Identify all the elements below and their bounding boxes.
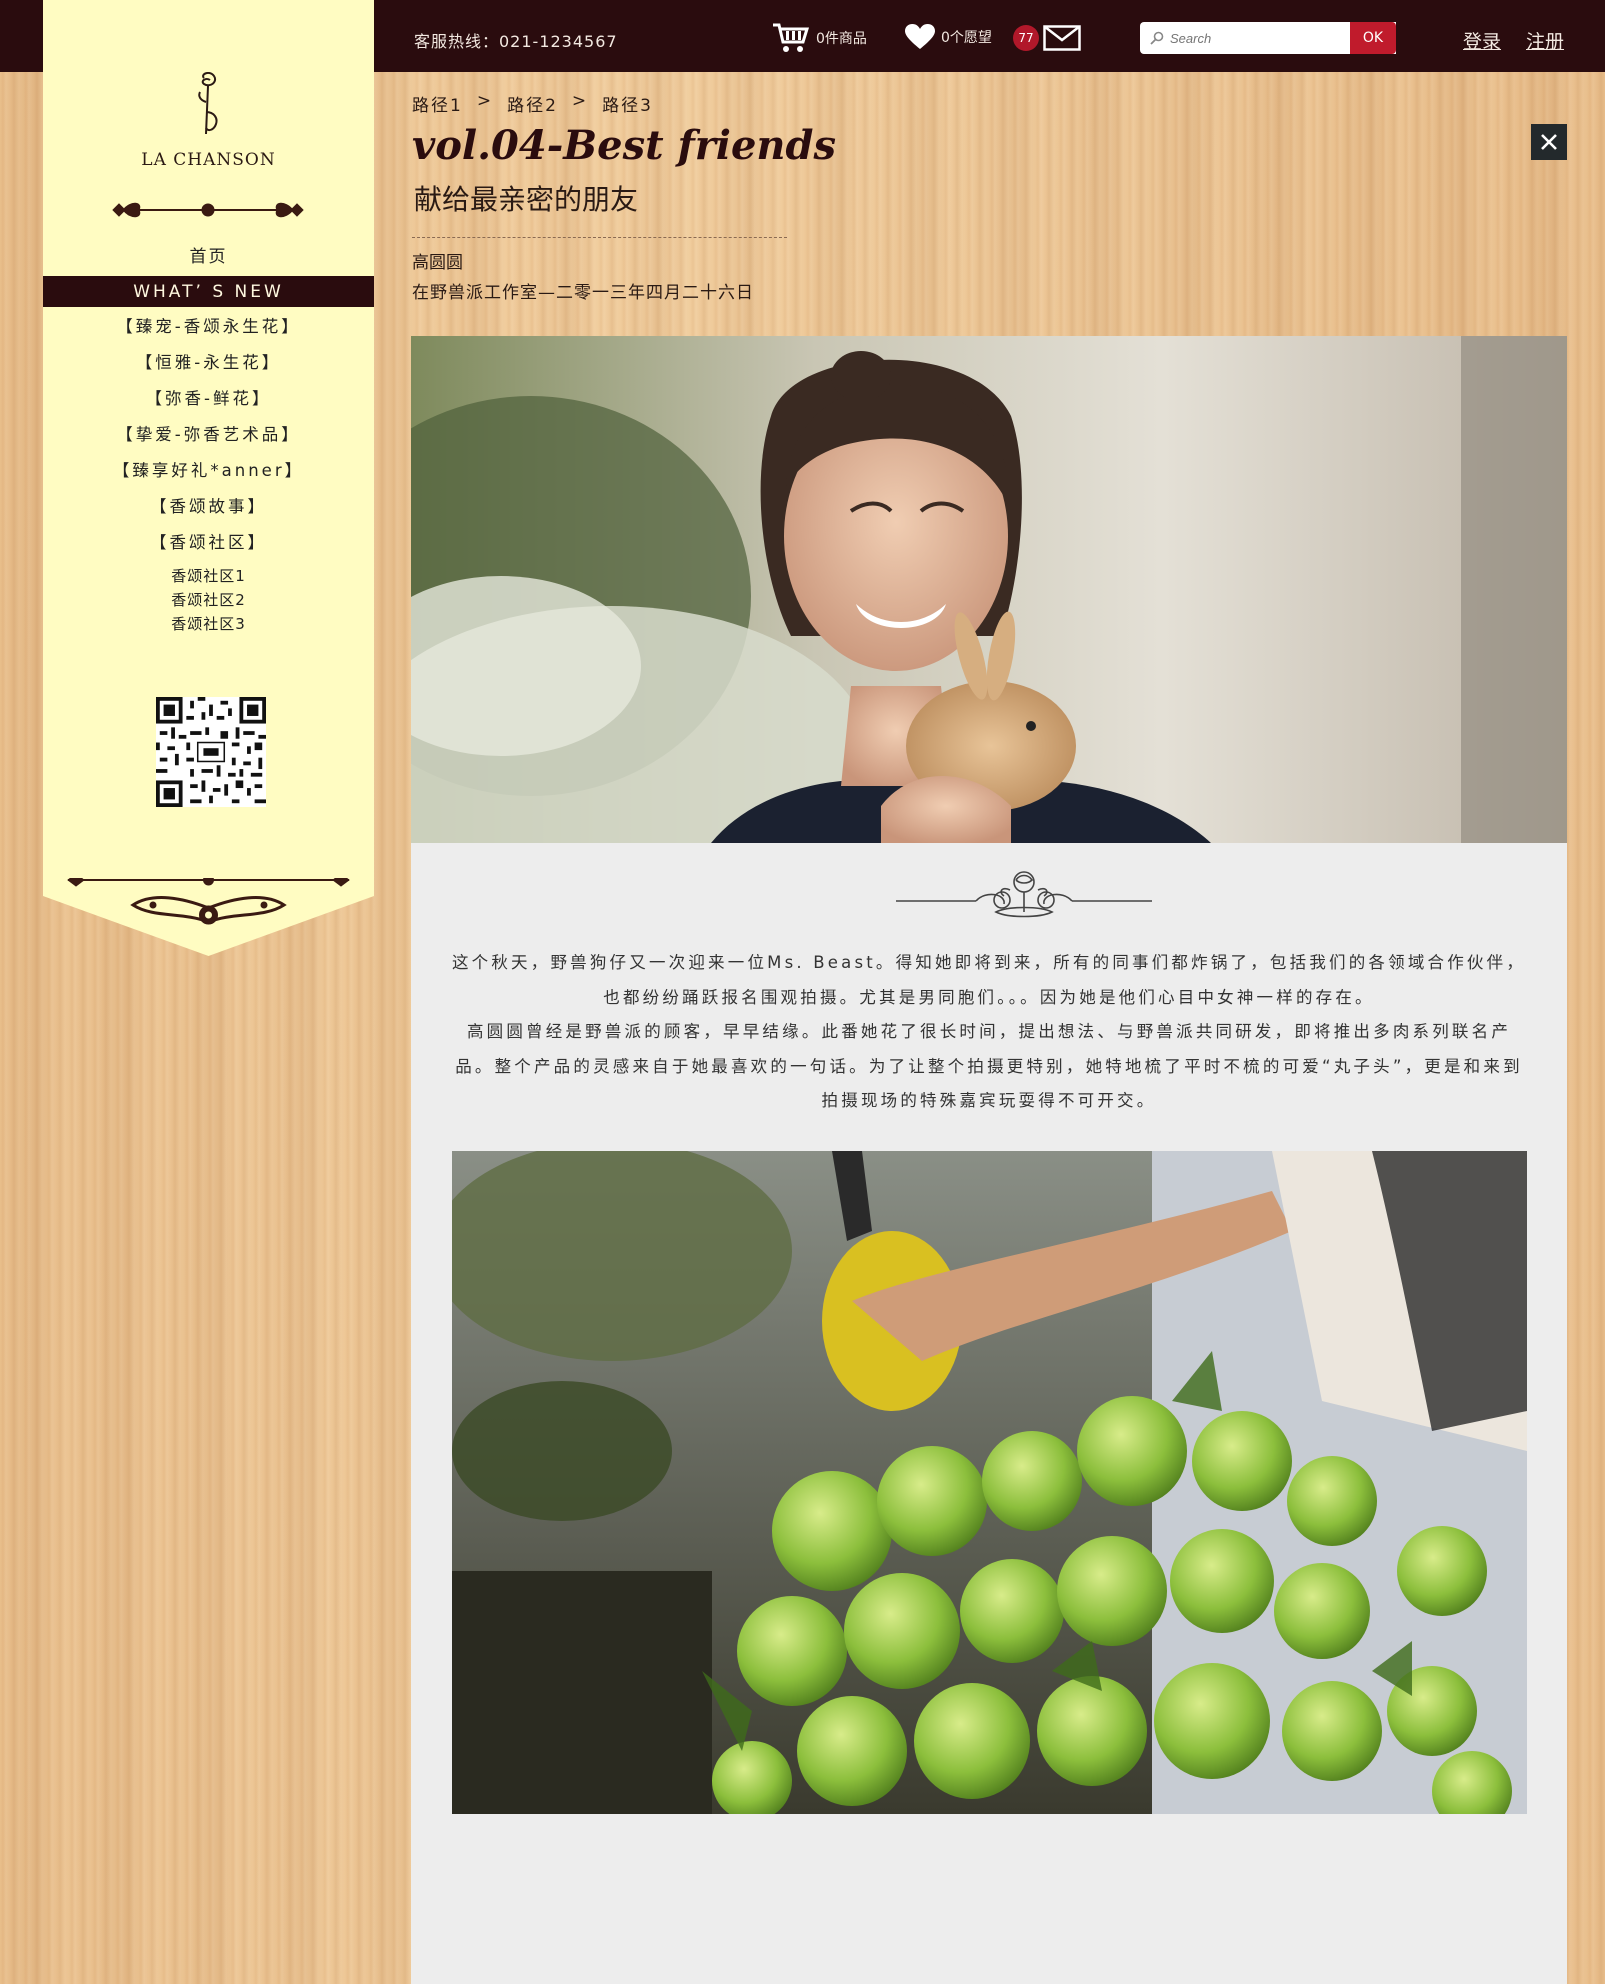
mail-icon: [1043, 25, 1081, 51]
ornament-divider-icon: [112, 202, 304, 218]
close-icon: [1541, 134, 1557, 150]
article-paragraph: 高圆圆曾经是野兽派的顾客，早早结缘。此番她花了很长时间，提出想法、与野兽派共同研…: [455, 1022, 1523, 1110]
wishlist-button[interactable]: 0个愿望: [905, 24, 992, 50]
qr-code: [156, 697, 266, 807]
nav-subitem[interactable]: 香颂社区2: [43, 590, 374, 614]
article-author: 高圆圆: [412, 253, 463, 273]
search-ok-button[interactable]: OK: [1350, 22, 1396, 54]
article-title: vol.04-Best friends: [412, 122, 836, 169]
article-body: 这个秋天，野兽狗仔又一次迎来一位Ms. Beast。得知她即将到来，所有的同事们…: [451, 946, 1527, 1119]
nav-item[interactable]: 【弥香-鲜花】: [43, 386, 374, 422]
wish-label: 0个愿望: [941, 30, 992, 46]
login-link[interactable]: 登录: [1463, 27, 1501, 54]
messages-button[interactable]: 77: [1013, 25, 1081, 51]
sidebar-banner-tail: [43, 878, 374, 956]
nav-subitem[interactable]: 香颂社区1: [43, 566, 374, 590]
breadcrumb-item-2[interactable]: 路径2: [507, 91, 558, 116]
close-button[interactable]: [1531, 124, 1567, 160]
rose-logo-icon: [198, 72, 218, 135]
breadcrumb-item-3[interactable]: 路径3: [602, 91, 653, 116]
flower-divider-icon: [896, 871, 1152, 918]
search-icon: [1150, 31, 1164, 45]
search-input[interactable]: [1168, 29, 1372, 47]
category-nav: 【臻宠-香颂永生花】 【恒雅-永生花】 【弥香-鲜花】 【挚爱-弥香艺术品】 【…: [43, 314, 374, 638]
register-link[interactable]: 注册: [1526, 27, 1564, 54]
flower-arranging-photo: [452, 1151, 1527, 1814]
brand-name: LA CHANSON: [141, 150, 276, 170]
message-count-badge: 77: [1013, 25, 1039, 51]
breadcrumb-separator: >: [571, 91, 589, 111]
title-divider: [412, 237, 787, 238]
breadcrumb: 路径1 > 路径2 > 路径3: [412, 91, 653, 116]
nav-item[interactable]: 【香颂故事】: [43, 494, 374, 530]
cart-icon: [773, 23, 810, 52]
cart-button[interactable]: 0件商品: [772, 22, 867, 54]
article-content: 这个秋天，野兽狗仔又一次迎来一位Ms. Beast。得知她即将到来，所有的同事们…: [411, 336, 1567, 1984]
nav-subitem[interactable]: 香颂社区3: [43, 614, 374, 638]
article-paragraph: 这个秋天，野兽狗仔又一次迎来一位Ms. Beast。得知她即将到来，所有的同事们…: [451, 953, 1527, 1007]
nav-item[interactable]: 【香颂社区】: [43, 530, 374, 566]
hero-photo: [411, 336, 1567, 843]
cart-label: 0件商品: [816, 31, 867, 47]
nav-home[interactable]: 首页: [43, 242, 374, 267]
sidebar: LA CHANSON 首页 WHAT’ S NEW 【臻宠-香颂永生花】 【恒雅…: [43, 0, 374, 878]
nav-item[interactable]: 【恒雅-永生花】: [43, 350, 374, 386]
heart-icon: [905, 24, 935, 49]
article-subtitle: 献给最亲密的朋友: [414, 183, 639, 216]
article-place-date: 在野兽派工作室—二零一三年四月二十六日: [412, 283, 754, 303]
hotline-text: 客服热线：021-1234567: [414, 32, 618, 51]
breadcrumb-item-1[interactable]: 路径1: [412, 91, 463, 116]
nav-item[interactable]: 【挚爱-弥香艺术品】: [43, 422, 374, 458]
nav-item[interactable]: 【臻享好礼*anner】: [43, 458, 374, 494]
breadcrumb-separator: >: [476, 91, 494, 111]
whats-new-header[interactable]: WHAT’ S NEW: [43, 276, 374, 307]
nav-item[interactable]: 【臻宠-香颂永生花】: [43, 314, 374, 350]
